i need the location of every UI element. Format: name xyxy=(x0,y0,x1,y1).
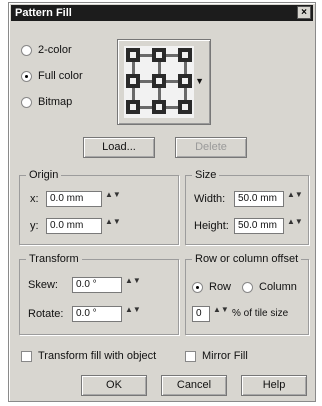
radio-full-color[interactable]: Full color xyxy=(21,69,83,83)
pattern-preview-image xyxy=(126,48,192,114)
close-button[interactable]: × xyxy=(297,6,311,19)
transform-fill-checkbox[interactable] xyxy=(21,350,32,362)
mirror-fill-checkbox[interactable] xyxy=(185,350,196,362)
size-group: Size Width: 50.0 mm ▲▼ Height: 50.0 mm ▲… xyxy=(185,169,309,245)
offset-value: 0 xyxy=(196,308,202,319)
origin-x-spinner-icon[interactable]: ▲▼ xyxy=(105,191,121,207)
size-width-spinner-icon[interactable]: ▲▼ xyxy=(287,191,303,207)
radio-bitmap-label: Bitmap xyxy=(38,96,73,108)
radio-2-color-label: 2-color xyxy=(38,44,72,56)
pattern-preview xyxy=(124,46,194,118)
radio-column-offset[interactable]: Column xyxy=(242,280,297,294)
radio-row-label: Row xyxy=(209,281,232,293)
transform-group-title: Transform xyxy=(26,253,82,265)
size-height-value: 50.0 mm xyxy=(238,220,277,231)
origin-group-title: Origin xyxy=(26,169,62,181)
delete-button[interactable]: Delete xyxy=(175,137,247,158)
radio-2-color-dot[interactable] xyxy=(21,44,32,56)
origin-x-label: x: xyxy=(30,193,39,205)
offset-input[interactable]: 0 ▲▼ xyxy=(192,306,229,322)
rotate-spinner-icon[interactable]: ▲▼ xyxy=(125,306,141,322)
dropdown-arrow-icon[interactable]: ▼ xyxy=(195,76,204,86)
radio-full-color-dot[interactable] xyxy=(21,70,32,82)
rotate-value: 0.0 ° xyxy=(76,308,97,319)
origin-y-label: y: xyxy=(30,220,39,232)
skew-input[interactable]: 0.0 ° ▲▼ xyxy=(72,277,141,293)
size-width-value: 50.0 mm xyxy=(238,193,277,204)
load-button[interactable]: Load... xyxy=(83,137,155,158)
help-button[interactable]: Help xyxy=(241,375,307,396)
transform-fill-label: Transform fill with object xyxy=(38,350,157,362)
offset-group-title: Row or column offset xyxy=(192,253,302,265)
mirror-fill-label: Mirror Fill xyxy=(202,350,248,362)
transform-group: Transform Skew: 0.0 ° ▲▼ Rotate: 0.0 ° ▲… xyxy=(19,253,179,335)
offset-group: Row or column offset Row Column 0 ▲▼ % o… xyxy=(185,253,309,335)
origin-y-value: 0.0 mm xyxy=(50,220,84,231)
cancel-button[interactable]: Cancel xyxy=(161,375,227,396)
origin-group: Origin x: 0.0 mm ▲▼ y: 0.0 mm ▲▼ xyxy=(19,169,179,245)
radio-row-offset[interactable]: Row xyxy=(192,280,231,294)
radio-row-dot[interactable] xyxy=(192,281,203,293)
origin-x-value: 0.0 mm xyxy=(50,193,84,204)
dialog-title: Pattern Fill xyxy=(15,7,72,19)
radio-full-color-label: Full color xyxy=(38,70,83,82)
offset-suffix: % of tile size xyxy=(232,308,289,319)
origin-x-input[interactable]: 0.0 mm ▲▼ xyxy=(46,191,121,207)
size-height-spinner-icon[interactable]: ▲▼ xyxy=(287,218,303,234)
radio-bitmap-dot[interactable] xyxy=(21,96,32,108)
rotate-label: Rotate: xyxy=(28,308,64,320)
radio-column-label: Column xyxy=(259,281,297,293)
pattern-picker-button[interactable]: ▼ xyxy=(117,39,211,125)
radio-column-dot[interactable] xyxy=(242,281,253,293)
origin-y-input[interactable]: 0.0 mm ▲▼ xyxy=(46,218,121,234)
size-width-input[interactable]: 50.0 mm ▲▼ xyxy=(234,191,303,207)
size-width-label: Width: xyxy=(194,193,226,205)
ok-button[interactable]: OK xyxy=(81,375,147,396)
title-bar: Pattern Fill × xyxy=(11,5,313,21)
origin-y-spinner-icon[interactable]: ▲▼ xyxy=(105,218,121,234)
skew-label: Skew: xyxy=(28,279,58,291)
size-height-label: Height: xyxy=(194,220,229,232)
transform-fill-checkbox-row[interactable]: Transform fill with object xyxy=(21,349,156,363)
skew-spinner-icon[interactable]: ▲▼ xyxy=(125,277,141,293)
pattern-fill-dialog: Pattern Fill × 2-color Full color Bitmap xyxy=(8,2,316,402)
radio-2-color[interactable]: 2-color xyxy=(21,43,72,57)
radio-bitmap[interactable]: Bitmap xyxy=(21,95,72,109)
offset-spinner-icon[interactable]: ▲▼ xyxy=(213,306,229,322)
size-height-input[interactable]: 50.0 mm ▲▼ xyxy=(234,218,303,234)
rotate-input[interactable]: 0.0 ° ▲▼ xyxy=(72,306,141,322)
size-group-title: Size xyxy=(192,169,220,181)
mirror-fill-checkbox-row[interactable]: Mirror Fill xyxy=(185,349,248,363)
skew-value: 0.0 ° xyxy=(76,279,97,290)
